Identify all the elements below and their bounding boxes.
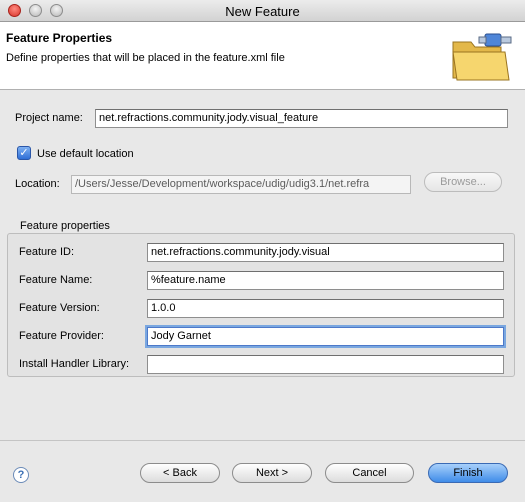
back-button[interactable]: < Back: [140, 463, 220, 483]
wizard-page-title: Feature Properties: [6, 31, 113, 45]
feature-name-label: Feature Name:: [19, 274, 93, 286]
window-title: New Feature: [225, 4, 300, 19]
location-input[interactable]: /Users/Jesse/Development/workspace/udig/…: [71, 175, 411, 194]
feature-provider-label: Feature Provider:: [19, 330, 104, 342]
location-label: Location:: [15, 178, 60, 190]
wizard-page-description: Define properties that will be placed in…: [6, 52, 285, 64]
cancel-button[interactable]: Cancel: [325, 463, 414, 483]
browse-button[interactable]: Browse...: [424, 172, 502, 192]
wizard-header: Feature Properties Define properties tha…: [0, 22, 525, 90]
install-handler-label: Install Handler Library:: [19, 358, 130, 370]
feature-provider-input[interactable]: Jody Garnet: [147, 327, 504, 346]
feature-version-input[interactable]: 1.0.0: [147, 299, 504, 318]
feature-id-input[interactable]: net.refractions.community.jody.visual: [147, 243, 504, 262]
install-handler-input[interactable]: [147, 355, 504, 374]
folder-wizard-icon: [452, 33, 512, 81]
feature-version-label: Feature Version:: [19, 302, 100, 314]
window-titlebar: New Feature: [0, 0, 525, 22]
feature-name-input[interactable]: %feature.name: [147, 271, 504, 290]
use-default-location-checkbox[interactable]: ✓: [17, 146, 31, 160]
finish-button[interactable]: Finish: [428, 463, 508, 483]
use-default-location-label: Use default location: [37, 148, 134, 160]
feature-properties-group-label: Feature properties: [20, 220, 110, 232]
button-bar-separator: [0, 440, 525, 441]
project-name-input[interactable]: net.refractions.community.jody.visual_fe…: [95, 109, 508, 128]
next-button[interactable]: Next >: [232, 463, 312, 483]
project-name-label: Project name:: [15, 112, 83, 124]
feature-id-label: Feature ID:: [19, 246, 75, 258]
help-icon[interactable]: ?: [13, 467, 29, 483]
